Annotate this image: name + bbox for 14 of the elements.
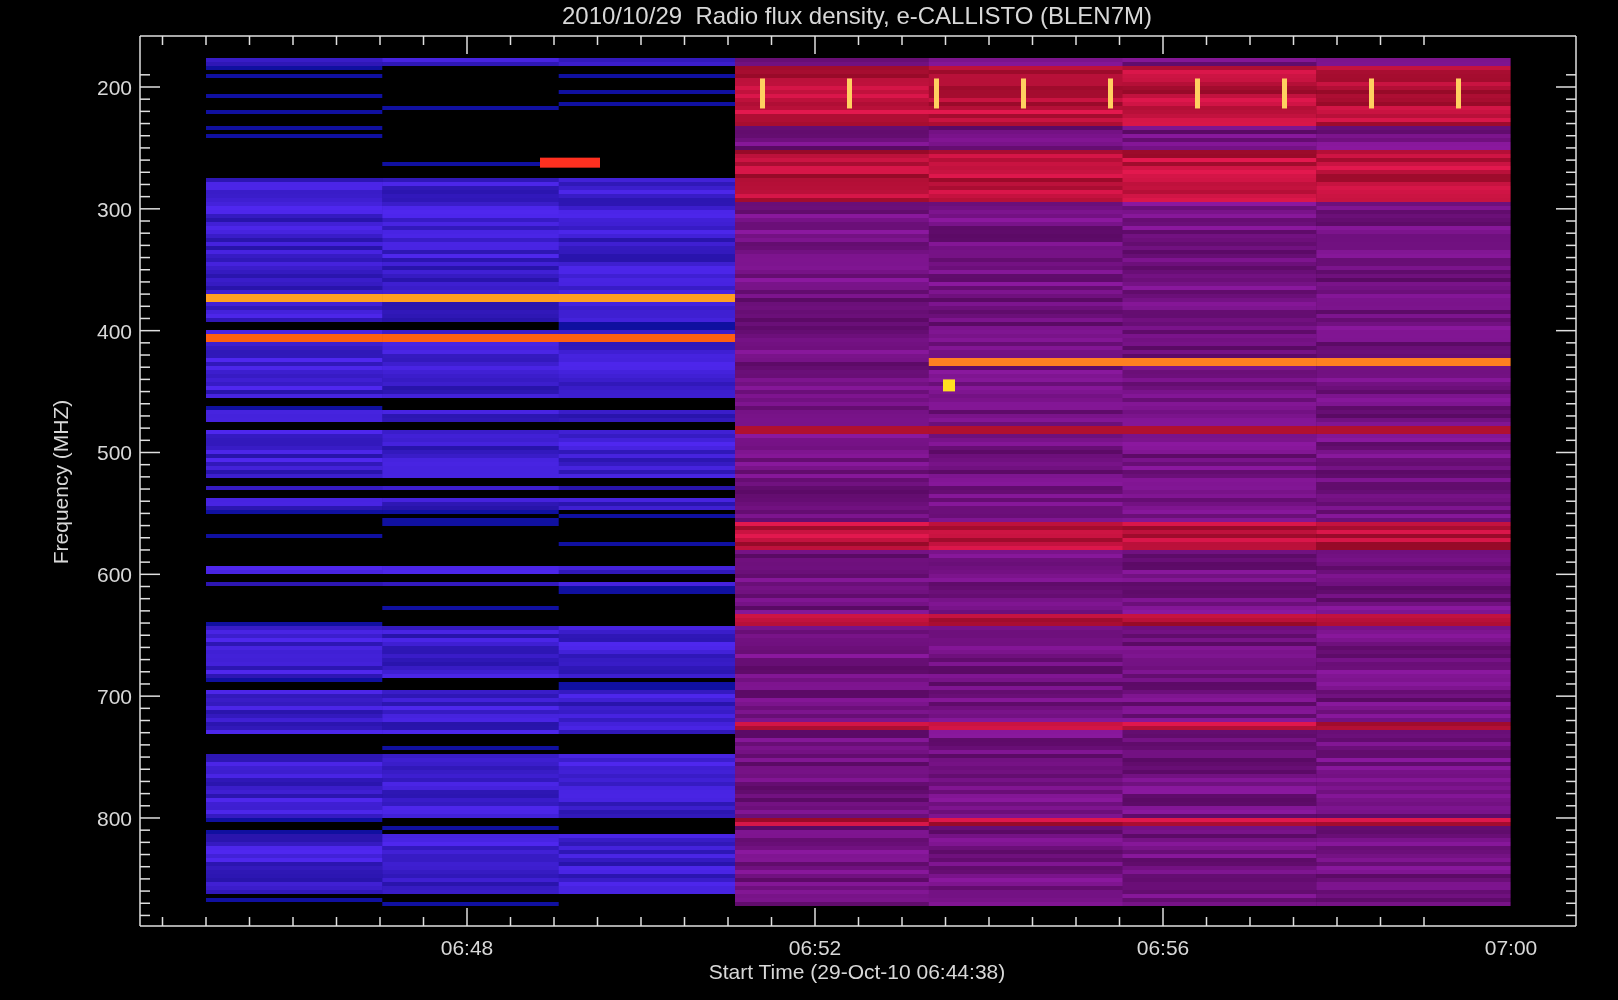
y-tick-label: 800 bbox=[96, 807, 132, 830]
x-axis-label: Start Time (29-Oct-10 06:44:38) bbox=[708, 960, 1006, 983]
y-tick-label: 200 bbox=[96, 76, 132, 99]
x-tick-label: 06:52 bbox=[788, 936, 842, 959]
y-tick-label: 500 bbox=[96, 441, 132, 465]
y-tick-label: 700 bbox=[96, 685, 132, 709]
x-tick-label: 06:48 bbox=[440, 936, 494, 959]
y-tick-label: 400 bbox=[96, 319, 132, 343]
y-axis-label: Frequency (MHZ) bbox=[49, 399, 72, 565]
chart-title: 2010/10/29 Radio flux density, e-CALLISTO (BLEN7M) bbox=[561, 2, 1153, 29]
y-tick-label: 600 bbox=[96, 563, 132, 587]
x-tick-label: 06:56 bbox=[1136, 936, 1190, 959]
x-tick-label: 07:00 bbox=[1484, 936, 1538, 959]
y-tick-label: 300 bbox=[96, 197, 132, 221]
